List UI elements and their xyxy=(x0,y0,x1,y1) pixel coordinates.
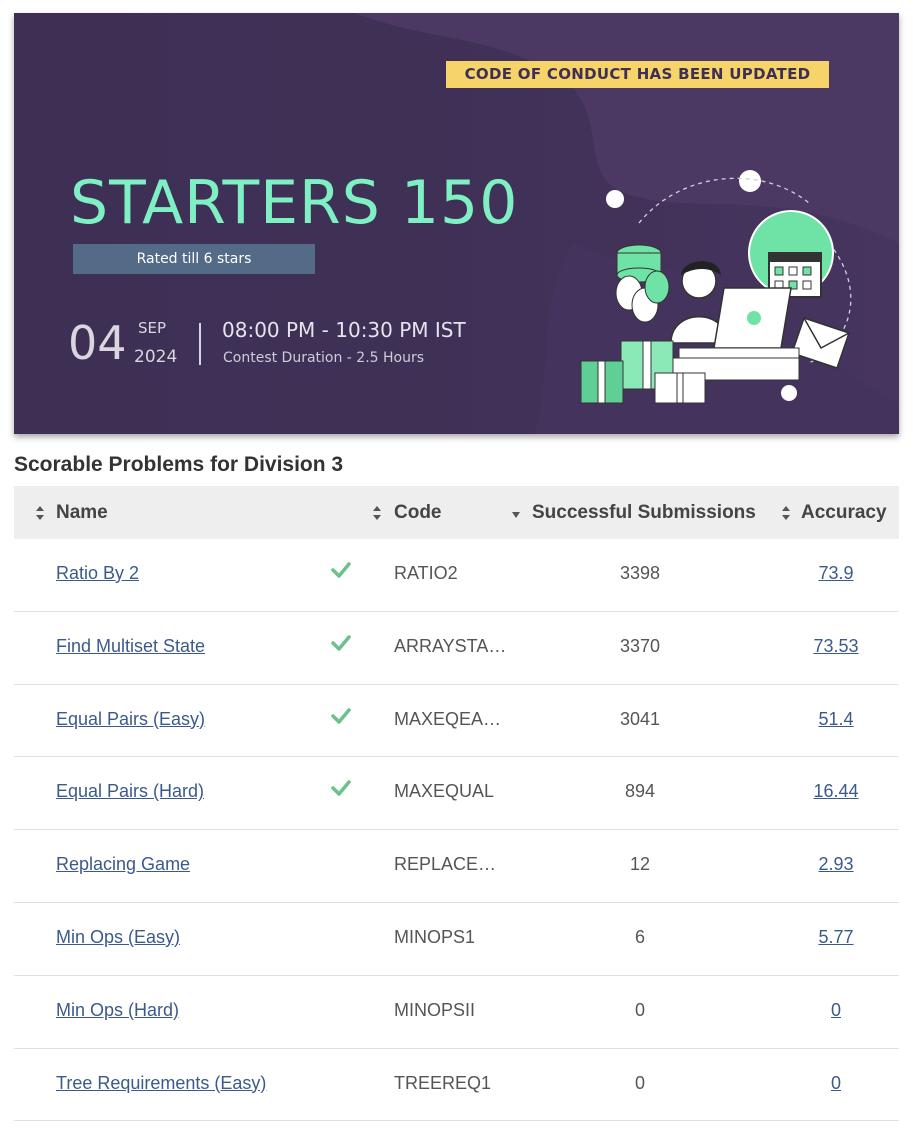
problem-name-cell: Find Multiset State xyxy=(56,612,205,684)
accuracy-link[interactable]: 73.9 xyxy=(818,563,853,583)
problem-link[interactable]: Ratio By 2 xyxy=(56,563,139,583)
accuracy-cell: 5.77 xyxy=(786,903,886,975)
problem-link[interactable]: Find Multiset State xyxy=(56,636,205,656)
sort-both-icon[interactable] xyxy=(373,506,381,520)
accuracy-link[interactable]: 73.53 xyxy=(813,636,858,656)
problem-name-cell: Replacing Game xyxy=(56,830,190,902)
problem-link[interactable]: Equal Pairs (Easy) xyxy=(56,709,205,729)
problem-code: TREEREQ1 xyxy=(394,1072,492,1093)
accuracy-link[interactable]: 2.93 xyxy=(818,854,853,874)
header-submissions[interactable]: Successful Submissions xyxy=(532,486,756,539)
problem-name-cell: Ratio By 2 xyxy=(56,539,139,611)
section-title: Scorable Problems for Division 3 xyxy=(14,453,344,476)
problem-link[interactable]: Min Ops (Hard) xyxy=(56,1000,179,1020)
problem-name-cell: Min Ops (Easy) xyxy=(56,903,180,975)
problem-name-cell: Tree Requirements (Easy) xyxy=(56,1049,266,1121)
problem-code: ARRAYSTA… xyxy=(394,635,507,656)
problem-code: MAXEQUAL xyxy=(394,781,495,802)
table-header: Name Code Successful Submissions Accurac… xyxy=(14,486,899,539)
successful-submissions: 3398 xyxy=(619,563,661,583)
solved-check-icon xyxy=(331,780,351,797)
problem-link[interactable]: Min Ops (Easy) xyxy=(56,927,180,947)
table-row: Find Multiset State ARRAYSTA… 3370 73.53 xyxy=(14,612,899,685)
problem-code: RATIO2 xyxy=(394,563,458,583)
accuracy-link[interactable]: 51.4 xyxy=(818,709,853,729)
date-divider xyxy=(199,323,201,365)
table-row: Min Ops (Hard) MINOPSII 0 0 xyxy=(14,976,899,1049)
accuracy-link[interactable]: 5.77 xyxy=(818,927,853,947)
contest-month: SEP xyxy=(138,319,167,337)
solved-check-icon xyxy=(331,562,351,578)
header-accuracy[interactable]: Accuracy xyxy=(801,486,887,539)
accuracy-cell: 0 xyxy=(786,1049,886,1121)
sort-both-icon[interactable] xyxy=(36,506,44,520)
problems-table: Name Code Successful Submissions Accurac… xyxy=(14,486,899,1122)
table-row: Replacing Game REPLACE… 12 2.93 xyxy=(14,830,899,903)
table-row: Ratio By 2 RATIO2 3398 73.9 xyxy=(14,539,899,612)
successful-submissions: 3370 xyxy=(619,635,661,656)
problem-code: REPLACE… xyxy=(394,854,497,875)
problem-link[interactable]: Equal Pairs (Hard) xyxy=(56,781,204,801)
problem-name-cell: Equal Pairs (Hard) xyxy=(56,757,204,829)
successful-submissions: 6 xyxy=(634,926,645,947)
successful-submissions: 894 xyxy=(624,781,656,802)
accuracy-cell: 73.9 xyxy=(786,539,886,611)
code-of-conduct-notice[interactable]: CODE OF CONDUCT HAS BEEN UPDATED xyxy=(446,61,829,88)
contest-day: 04 xyxy=(68,316,127,370)
problem-code: MINOPSII xyxy=(394,999,476,1020)
header-name[interactable]: Name xyxy=(56,486,108,539)
header-code[interactable]: Code xyxy=(394,486,442,539)
accuracy-link[interactable]: 0 xyxy=(831,1000,841,1020)
problem-link[interactable]: Replacing Game xyxy=(56,854,190,874)
table-body: Ratio By 2 RATIO2 3398 73.9 Find Multiset St… xyxy=(14,539,899,1122)
celebration-illustration xyxy=(580,170,852,404)
accuracy-cell: 16.44 xyxy=(786,757,886,829)
successful-submissions: 0 xyxy=(634,1072,645,1093)
contest-banner: CODE OF CONDUCT HAS BEEN UPDATED STARTER… xyxy=(14,13,899,434)
table-row: Min Ops (Easy) MINOPS1 6 5.77 xyxy=(14,903,899,976)
sort-desc-icon[interactable] xyxy=(512,511,520,519)
problem-name-cell: Equal Pairs (Easy) xyxy=(56,685,205,757)
contest-time: 08:00 PM - 10:30 PM IST xyxy=(222,318,466,342)
contest-duration: Contest Duration - 2.5 Hours xyxy=(223,350,425,366)
problem-name-cell: Min Ops (Hard) xyxy=(56,976,179,1048)
table-row: Equal Pairs (Easy) MAXEQEA… 3041 51.4 xyxy=(14,685,899,758)
table-row: Equal Pairs (Hard) MAXEQUAL 894 16.44 xyxy=(14,757,899,831)
solved-check-icon xyxy=(331,635,351,651)
problem-code: MAXEQEA… xyxy=(394,708,502,729)
contest-title: STARTERS 150 xyxy=(70,168,519,238)
problem-link[interactable]: Tree Requirements (Easy) xyxy=(56,1073,266,1093)
table-row: Tree Requirements (Easy) TREEREQ1 0 0 xyxy=(14,1049,899,1122)
accuracy-link[interactable]: 16.44 xyxy=(813,781,858,801)
successful-submissions: 0 xyxy=(634,999,645,1020)
successful-submissions: 12 xyxy=(629,854,651,875)
accuracy-cell: 2.93 xyxy=(786,830,886,902)
accuracy-cell: 51.4 xyxy=(786,685,886,757)
accuracy-cell: 73.53 xyxy=(786,612,886,684)
rated-badge: Rated till 6 stars xyxy=(73,244,315,274)
accuracy-cell: 0 xyxy=(786,976,886,1048)
contest-year: 2024 xyxy=(134,347,178,367)
accuracy-link[interactable]: 0 xyxy=(831,1073,841,1093)
sort-both-icon[interactable] xyxy=(782,506,790,520)
solved-check-icon xyxy=(331,707,351,724)
problem-code: MINOPS1 xyxy=(394,926,476,947)
successful-submissions: 3041 xyxy=(619,708,661,729)
